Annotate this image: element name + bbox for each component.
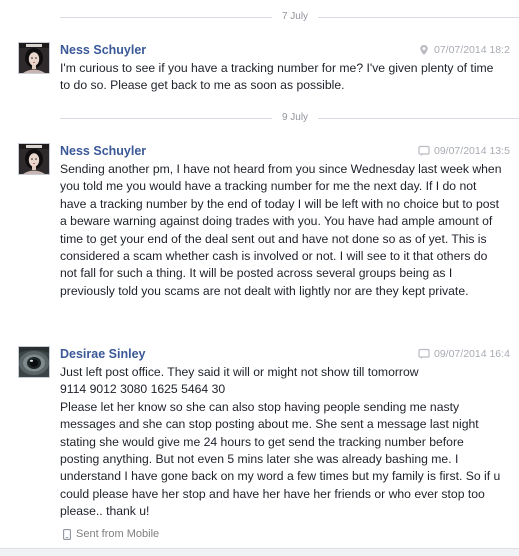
message-meta: 07/07/2014 18:2 xyxy=(418,43,510,57)
chat-bubble-icon[interactable] xyxy=(418,145,430,157)
sent-from-mobile-label: Sent from Mobile xyxy=(76,528,160,540)
sent-from-mobile: Sent from Mobile xyxy=(63,527,159,541)
composer-edge xyxy=(0,548,519,556)
chat-bubble-icon[interactable] xyxy=(418,348,430,360)
sender-name[interactable]: Desirae Sinley xyxy=(60,346,145,362)
message-paragraph: I'm curious to see if you have a trackin… xyxy=(60,61,494,93)
separator-line xyxy=(318,117,519,119)
separator-line xyxy=(60,117,272,119)
message-thread: 7 July Ness Schuyler 07/07/2014 18:2 I'm… xyxy=(0,0,519,556)
date-separator-label: 7 July xyxy=(281,11,309,22)
message-item: Ness Schuyler 07/07/2014 18:2 I'm curiou… xyxy=(0,42,519,102)
avatar-image xyxy=(19,43,49,73)
date-separator-label: 9 July xyxy=(281,112,309,123)
message-body: Sending another pm, I have not heard fro… xyxy=(60,161,505,300)
mobile-phone-icon xyxy=(63,528,71,540)
message-body: Just left post office. They said it will… xyxy=(60,364,505,521)
avatar-image xyxy=(19,347,49,377)
message-meta: 09/07/2014 13:5 xyxy=(418,144,510,158)
avatar[interactable] xyxy=(18,346,50,378)
sender-name[interactable]: Ness Schuyler xyxy=(60,42,146,58)
message-paragraph: Just left post office. They said it will… xyxy=(60,365,419,379)
avatar[interactable] xyxy=(18,143,50,175)
avatar-image xyxy=(19,144,49,174)
avatar[interactable] xyxy=(18,42,50,74)
message-timestamp: 09/07/2014 16:4 xyxy=(434,348,510,360)
message-item: Ness Schuyler 09/07/2014 13:5 Sending an… xyxy=(0,143,519,333)
location-pin-icon[interactable] xyxy=(418,44,430,56)
message-paragraph: Sending another pm, I have not heard fro… xyxy=(60,162,502,298)
message-timestamp: 09/07/2014 13:5 xyxy=(434,145,510,157)
message-body: I'm curious to see if you have a trackin… xyxy=(60,60,505,95)
sender-name[interactable]: Ness Schuyler xyxy=(60,143,146,159)
date-separator: 9 July xyxy=(60,111,519,125)
message-meta: 09/07/2014 16:4 xyxy=(418,347,510,361)
date-separator: 7 July xyxy=(60,10,519,24)
message-item: Desirae Sinley 09/07/2014 16:4 Just left… xyxy=(0,346,519,546)
separator-line xyxy=(60,16,272,18)
message-paragraph: Please let her know so she can also stop… xyxy=(60,399,501,519)
separator-line xyxy=(318,16,519,18)
tracking-number: 9114 9012 3080 1625 5464 30 xyxy=(60,382,226,397)
message-timestamp: 07/07/2014 18:2 xyxy=(434,44,510,56)
